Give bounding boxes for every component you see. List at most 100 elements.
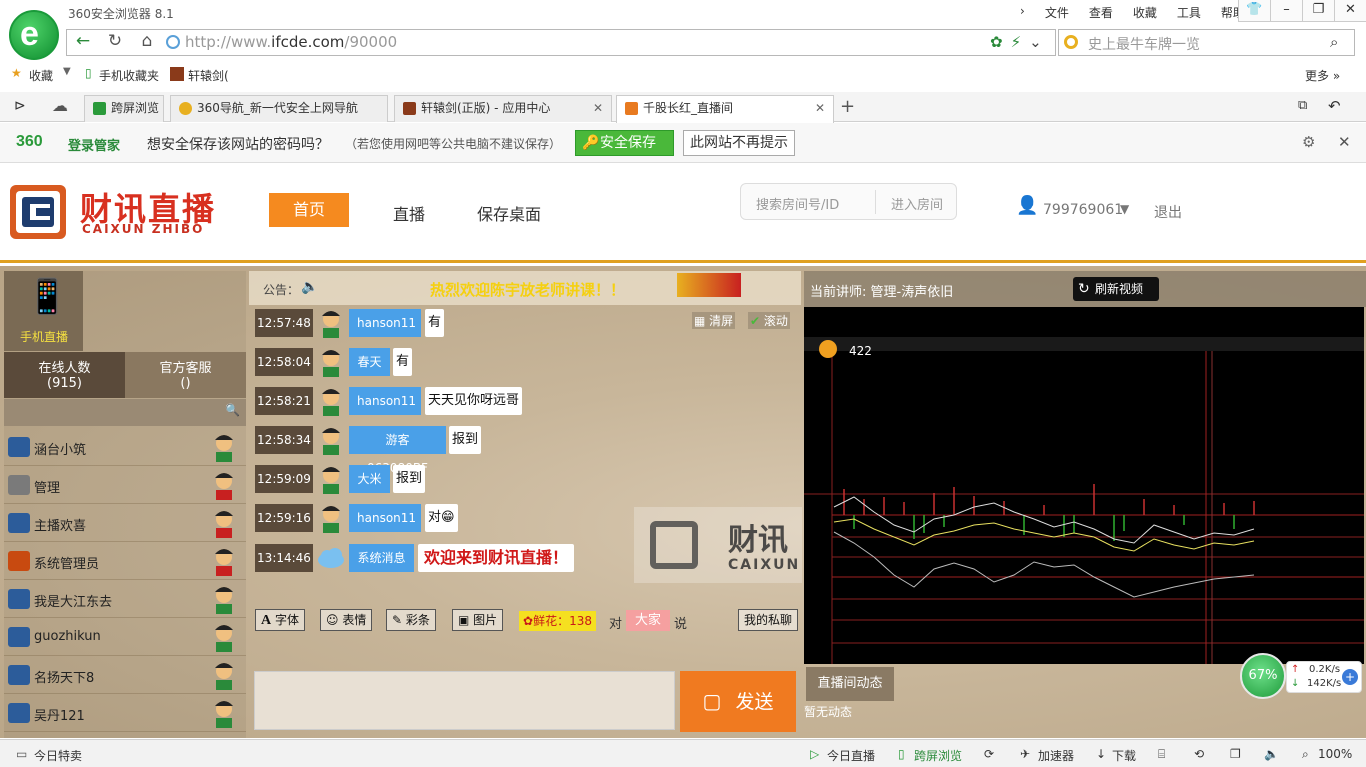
bookmark-favorites[interactable]: 收藏	[29, 67, 53, 84]
private-chat-button[interactable]: 我的私聊	[738, 609, 799, 631]
user-list-item[interactable]: 涵台小筑	[4, 428, 246, 466]
video-stream[interactable]: 422	[804, 307, 1364, 664]
service-tab[interactable]: 官方客服 ()	[125, 352, 246, 398]
new-tab-button[interactable]: +	[840, 96, 855, 117]
network-widget[interactable]: 67% ↑ 0.2K/s ↓ 142K/s +	[1240, 653, 1364, 699]
save-password-button[interactable]: 🔑 安全保存	[575, 130, 674, 156]
search-input[interactable]: 史上最牛车牌一览	[1088, 34, 1200, 54]
today-live-link[interactable]: 今日直播	[827, 747, 875, 764]
skin-icon[interactable]: 👕	[1238, 0, 1270, 22]
never-prompt-button[interactable]: 此网站不再提示	[683, 130, 795, 156]
message-user[interactable]: 春天	[349, 348, 390, 376]
message-user[interactable]: hanson11	[349, 309, 421, 337]
flower-button[interactable]: ✿鲜花：138	[519, 611, 596, 631]
message-user[interactable]: 游客063080BF	[349, 426, 446, 475]
today-deals-link[interactable]: 今日特卖	[34, 747, 82, 764]
online-users-tab[interactable]: 在线人数 (915)	[4, 352, 125, 398]
sidebar-toggle-icon[interactable]: ⊳	[14, 98, 26, 114]
user-list-item[interactable]: 管理	[4, 466, 246, 504]
scroll-toggle[interactable]: ✔ 滚动	[748, 312, 790, 329]
search-engine-icon[interactable]	[1064, 35, 1078, 49]
refresh-status-icon[interactable]: ⟲	[1194, 747, 1204, 761]
menu-file[interactable]: 文件	[1045, 4, 1069, 21]
user-list-item[interactable]: 名扬天下8	[4, 656, 246, 694]
image-button[interactable]: ▣ 图片	[452, 609, 504, 631]
tab-cross-screen[interactable]: 跨屏浏览	[84, 95, 164, 122]
cycle-icon[interactable]: ⟳	[984, 747, 994, 761]
user-list-item[interactable]: 主播欢喜	[4, 504, 246, 542]
menu-tools[interactable]: 工具	[1177, 4, 1201, 21]
tab-game[interactable]: 轩辕剑(正版) - 应用中心 ✕	[394, 95, 612, 122]
undo-icon[interactable]: ↶	[1328, 97, 1341, 115]
browser-logo-icon[interactable]: e	[9, 10, 59, 60]
layout-icon[interactable]: ⌸	[1158, 747, 1165, 762]
dropdown-icon[interactable]: ⌄	[1029, 33, 1042, 51]
font-button[interactable]: A 字体	[255, 609, 305, 631]
volume-icon[interactable]: 🔈	[1264, 747, 1279, 761]
tab-live-room[interactable]: 千股长红_直播间 ✕	[616, 95, 834, 123]
message-user[interactable]: hanson11	[349, 504, 421, 532]
url-text[interactable]: http://www.ifcde.com/90000	[185, 33, 397, 51]
memory-percent[interactable]: 67%	[1240, 653, 1286, 699]
user-list-item[interactable]: guozhikun	[4, 618, 246, 656]
refresh-video-button[interactable]: ↻ 刷新视频	[1073, 277, 1159, 301]
speed-icon[interactable]: ⚡	[1011, 33, 1022, 51]
user-id[interactable]: 799769061	[1043, 202, 1123, 218]
enter-room-button[interactable]: 进入房间	[891, 194, 943, 213]
nav-save-desktop[interactable]: 保存桌面	[477, 201, 541, 225]
window-icon[interactable]: ❐	[1230, 747, 1241, 761]
back-icon[interactable]: ←	[70, 31, 96, 51]
message-user[interactable]: 大米	[349, 465, 390, 493]
message-user[interactable]: hanson11	[349, 387, 421, 415]
bookmark-mobile[interactable]: 手机收藏夹	[99, 67, 159, 84]
download-link[interactable]: 下载	[1112, 747, 1136, 764]
user-list-item[interactable]: 系统管理员	[4, 542, 246, 580]
caixun-logo-icon[interactable]	[8, 183, 68, 241]
clear-screen-button[interactable]: ▦ 清屏	[692, 312, 736, 329]
accelerator-link[interactable]: 加速器	[1038, 747, 1074, 764]
tab-list-icon[interactable]: ⧉	[1298, 98, 1307, 113]
bookmark-game[interactable]: 轩辕剑(	[188, 67, 229, 84]
user-search-input[interactable]: 🔍	[4, 399, 246, 426]
plus-icon[interactable]: +	[1342, 669, 1358, 685]
room-search-input[interactable]: 搜索房间号/ID	[756, 194, 839, 213]
minimize-button[interactable]: –	[1270, 0, 1302, 22]
user-dropdown-icon[interactable]: ▼	[1120, 202, 1129, 216]
chat-input[interactable]	[254, 671, 675, 730]
emoji-button[interactable]: ☺ 表情	[320, 609, 373, 631]
search-icon[interactable]: ⌕	[1330, 33, 1338, 51]
security-icon[interactable]: ✿	[990, 33, 1003, 51]
logout-link[interactable]: 退出	[1154, 202, 1182, 222]
settings-gear-icon[interactable]: ⚙	[1302, 133, 1315, 151]
close-tab-icon[interactable]: ✕	[815, 96, 825, 121]
menu-favorites[interactable]: 收藏	[1133, 4, 1157, 21]
message-time: 12:57:48	[255, 309, 313, 337]
refresh-icon[interactable]: ↻	[102, 31, 128, 51]
close-bar-icon[interactable]: ✕	[1338, 133, 1351, 151]
menu-view[interactable]: 查看	[1089, 4, 1113, 21]
target-select[interactable]: 大家	[626, 610, 670, 631]
nav-live[interactable]: 直播	[393, 201, 425, 225]
color-bar-button[interactable]: ✎ 彩条	[386, 609, 436, 631]
close-window-button[interactable]: ✕	[1334, 0, 1366, 22]
user-search-icon[interactable]: 🔍	[225, 403, 240, 417]
zoom-level[interactable]: 100%	[1318, 747, 1352, 761]
favorites-dropdown-icon[interactable]: ▼	[63, 66, 71, 77]
message-text: 对😁	[425, 504, 458, 532]
live-news-tab[interactable]: 直播间动态	[806, 667, 894, 701]
nav-home[interactable]: 首页	[269, 193, 349, 227]
maximize-button[interactable]: ❐	[1302, 0, 1334, 22]
home-icon[interactable]: ⌂	[134, 31, 160, 51]
user-list-item[interactable]: 我是大江东去	[4, 580, 246, 618]
close-tab-icon[interactable]: ✕	[593, 96, 603, 121]
cloud-icon[interactable]: ☁	[52, 96, 68, 115]
user-list-item[interactable]: 吴丹121	[4, 694, 246, 732]
menu-chevron-icon[interactable]: ›	[1020, 4, 1025, 21]
tab-360-nav[interactable]: 360导航_新一代安全上网导航	[170, 95, 388, 122]
cross-screen-link[interactable]: 跨屏浏览	[914, 747, 962, 764]
send-button[interactable]: ▢ 发送	[680, 671, 796, 732]
message-user[interactable]: 系统消息	[349, 544, 414, 572]
mobile-live-button[interactable]: 📱 手机直播	[4, 271, 83, 351]
mobile-live-label: 手机直播	[20, 330, 69, 344]
bookmark-more[interactable]: 更多 »	[1305, 67, 1340, 84]
